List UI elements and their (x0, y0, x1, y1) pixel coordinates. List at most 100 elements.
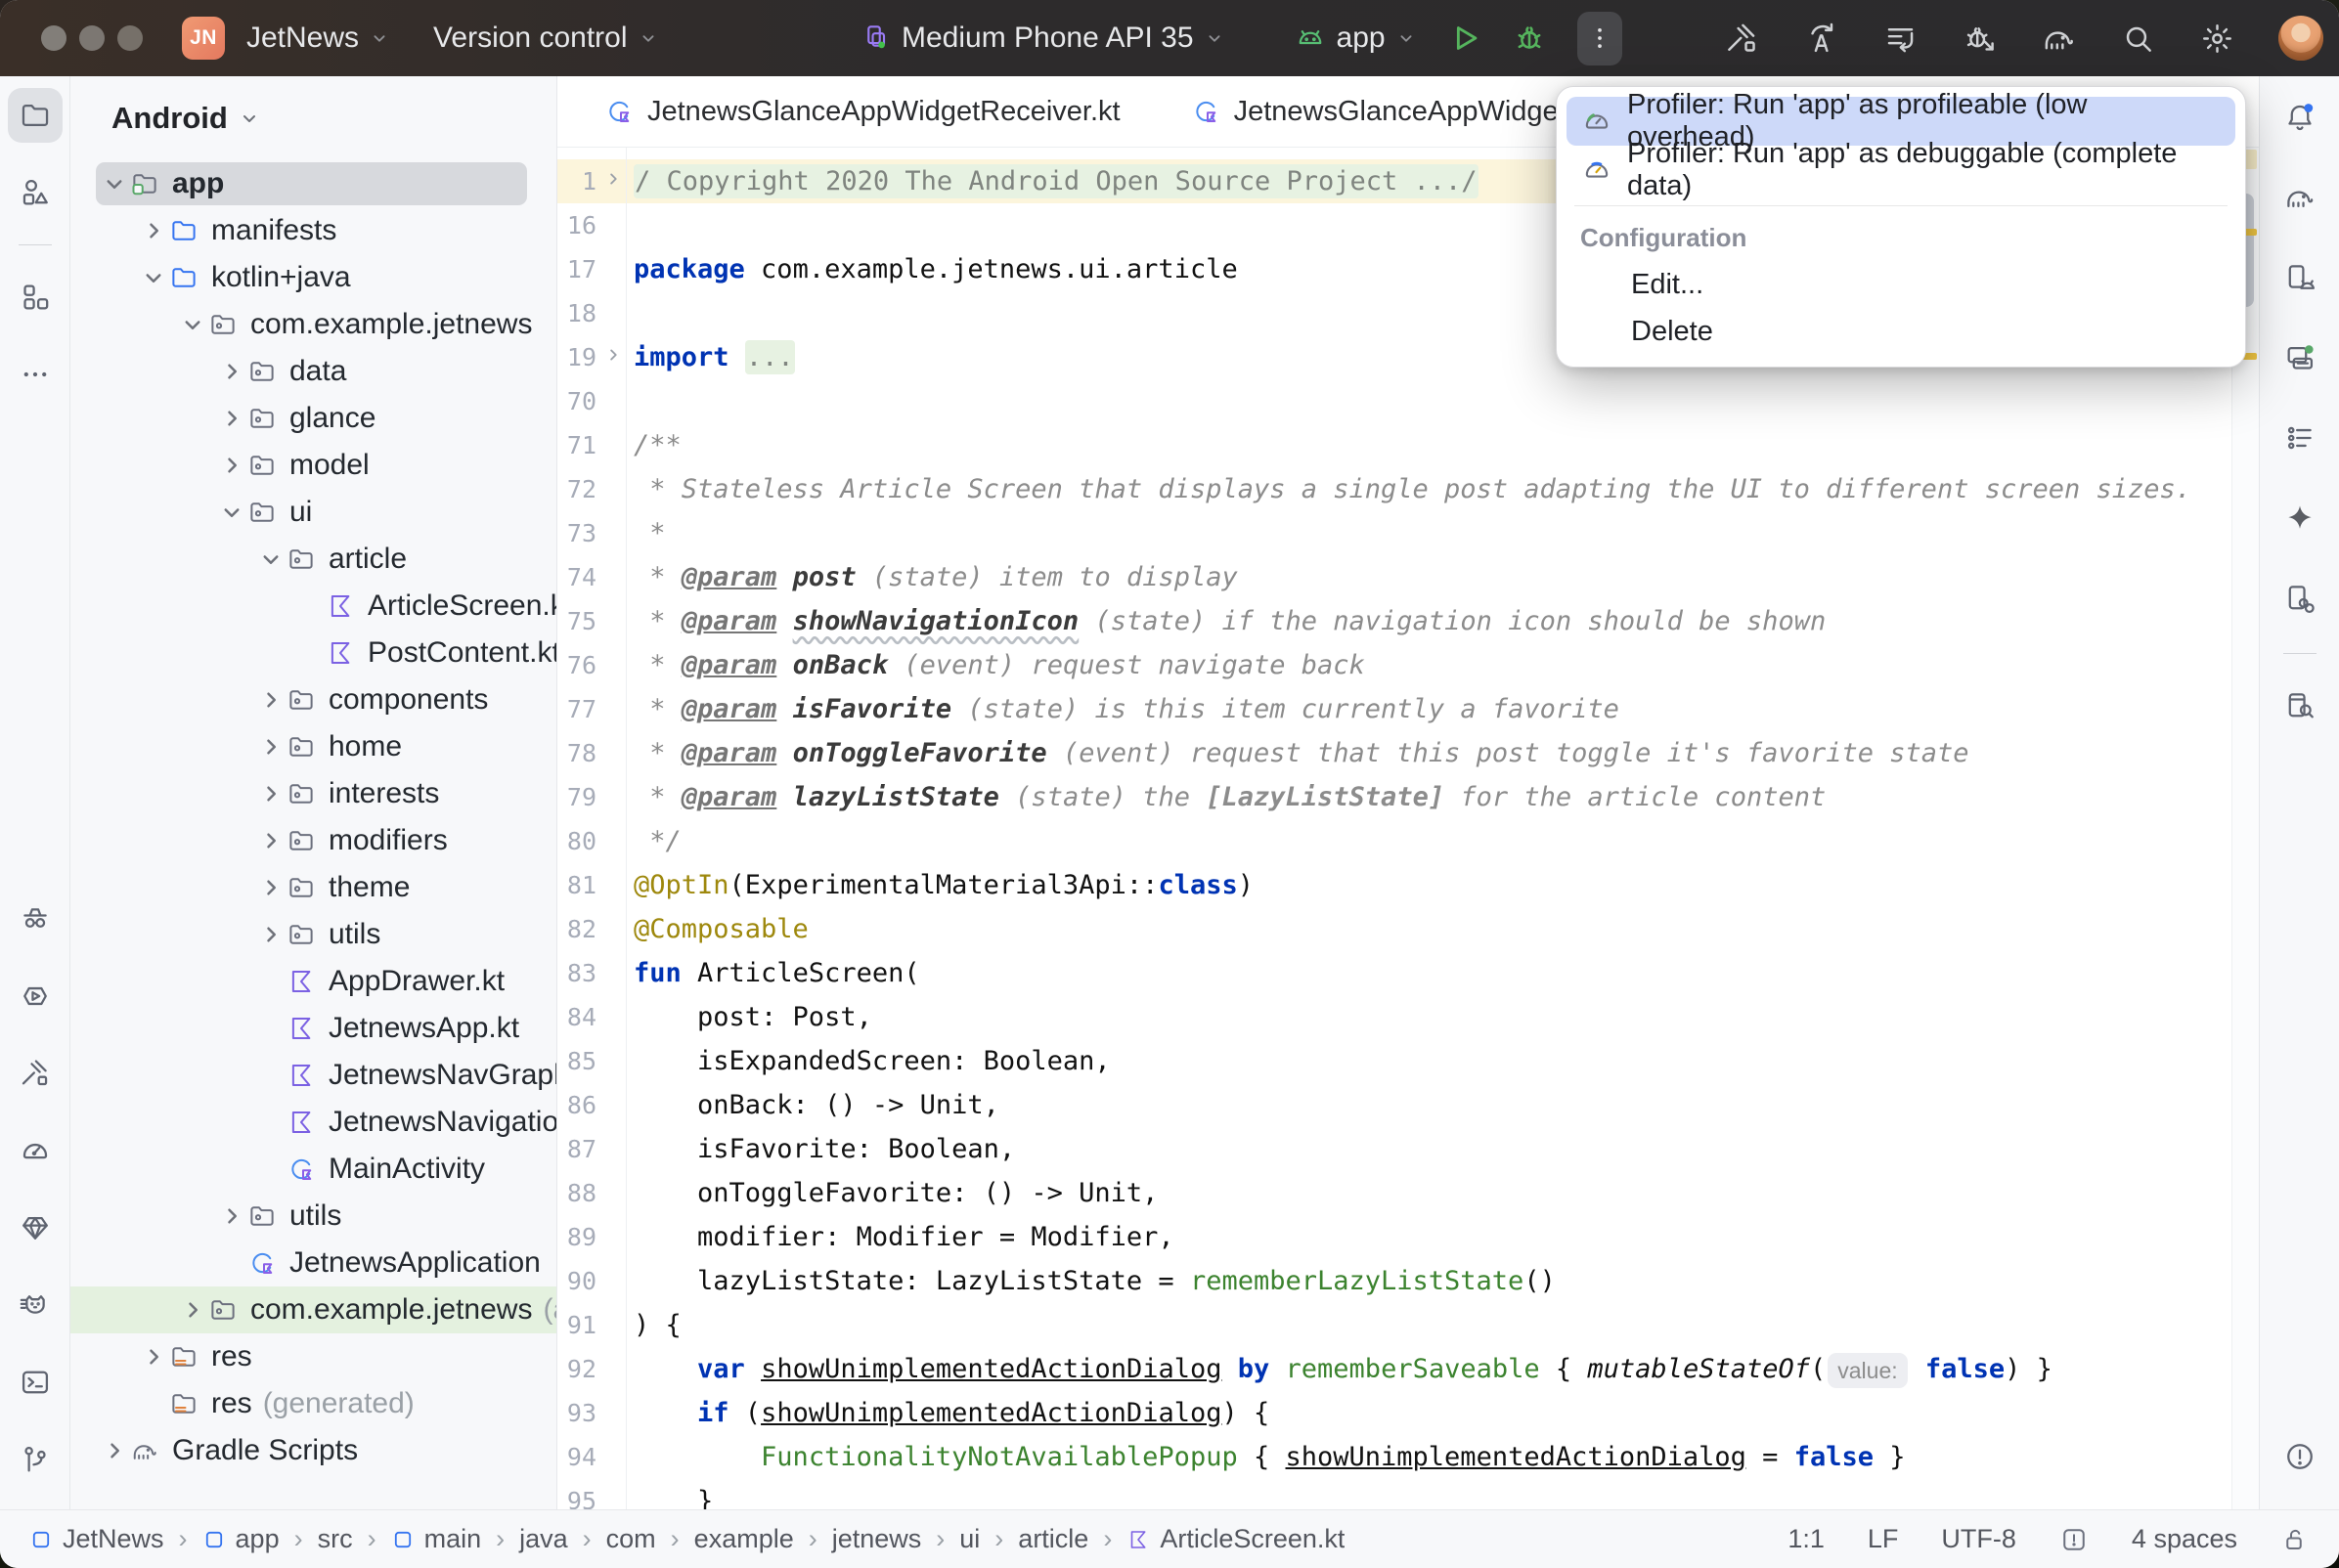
tree-item-ui[interactable]: ui (70, 489, 556, 536)
line-number[interactable]: 86 (557, 1083, 626, 1127)
line-number[interactable]: 84 (557, 995, 626, 1039)
line-number[interactable]: 91 (557, 1303, 626, 1347)
tree-item-res[interactable]: res (70, 1333, 556, 1380)
chevron-down-icon[interactable] (256, 546, 286, 572)
chevron-right-icon[interactable] (217, 406, 246, 431)
more-run-options-button[interactable] (1577, 12, 1622, 65)
chevron-right-icon[interactable] (256, 828, 286, 853)
code-line-93[interactable]: 93 if (showUnimplementedActionDialog) { (557, 1391, 2232, 1435)
line-number[interactable]: 92 (557, 1347, 626, 1391)
line-number[interactable]: 81 (557, 863, 626, 907)
code-line-77[interactable]: 77 * @param isFavorite (state) is this i… (557, 687, 2232, 731)
status-line-separator[interactable]: LF (1868, 1524, 1899, 1554)
tree-item-res[interactable]: res(generated) (70, 1380, 556, 1427)
chevron-right-icon[interactable] (256, 922, 286, 947)
chevron-right-icon[interactable] (217, 453, 246, 478)
breadcrumb-item-jetnews[interactable]: JetNews (29, 1524, 164, 1554)
tool-window-button-running-devices[interactable] (2273, 330, 2327, 385)
debug-button[interactable] (1511, 20, 1548, 57)
fold-marker-icon[interactable] (602, 344, 624, 366)
breadcrumb-item-src[interactable]: src (318, 1524, 353, 1554)
code-line-84[interactable]: 84 post: Post, (557, 995, 2232, 1039)
status-indent-style[interactable]: 4 spaces (2132, 1524, 2237, 1554)
tree-item-app[interactable]: app (70, 160, 556, 207)
breadcrumb-item-main[interactable]: main (391, 1524, 482, 1554)
code-line-95[interactable]: 95 } (557, 1479, 2232, 1509)
breadcrumb-item-java[interactable]: java (519, 1524, 568, 1554)
tree-item-com-example-jetnews[interactable]: com.example.jetnews(an (70, 1286, 556, 1333)
code-line-83[interactable]: 83fun ArticleScreen( (557, 951, 2232, 995)
tree-item-model[interactable]: model (70, 442, 556, 489)
breadcrumb-item-com[interactable]: com (606, 1524, 656, 1554)
line-number[interactable]: 79 (557, 775, 626, 819)
tree-item-utils[interactable]: utils (70, 911, 556, 958)
code-line-73[interactable]: 73 * (557, 511, 2232, 555)
tool-window-button-structure-list[interactable] (2273, 411, 2327, 465)
line-number[interactable]: 16 (557, 203, 626, 247)
tree-item-articlescreen-kt[interactable]: ArticleScreen.kt (70, 583, 556, 630)
tree-item-manifests[interactable]: manifests (70, 207, 556, 254)
tool-window-button-logcat-cat[interactable] (8, 1278, 63, 1332)
code-line-81[interactable]: 81@OptIn(ExperimentalMaterial3Api::class… (557, 863, 2232, 907)
line-number[interactable]: 80 (557, 819, 626, 863)
chevron-right-icon[interactable] (256, 734, 286, 760)
code-line-88[interactable]: 88 onToggleFavorite: () -> Unit, (557, 1171, 2232, 1215)
tree-item-jetnewsnavigation[interactable]: JetnewsNavigation (70, 1099, 556, 1146)
tree-item-jetnewsnavgraph-[interactable]: JetnewsNavGraph. (70, 1052, 556, 1099)
code-line-71[interactable]: 71/** (557, 423, 2232, 467)
code-line-89[interactable]: 89 modifier: Modifier = Modifier, (557, 1215, 2232, 1259)
tool-window-button-device-mirror[interactable] (2273, 571, 2327, 626)
tree-item-interests[interactable]: interests (70, 770, 556, 817)
code-line-94[interactable]: 94 FunctionalityNotAvailablePopup { show… (557, 1435, 2232, 1479)
editor-tab[interactable]: JetnewsGlanceAppWidgetReceiver.kt (569, 76, 1156, 147)
breadcrumb-item-app[interactable]: app (202, 1524, 280, 1554)
chevron-right-icon[interactable] (256, 781, 286, 806)
chevron-right-icon[interactable] (256, 875, 286, 900)
line-number[interactable]: 90 (557, 1259, 626, 1303)
hammer-button[interactable] (1724, 21, 1760, 57)
code-line-87[interactable]: 87 isFavorite: Boolean, (557, 1127, 2232, 1171)
line-number[interactable]: 73 (557, 511, 626, 555)
tool-window-button-gemini-sparkle[interactable] (2273, 491, 2327, 545)
code-line-85[interactable]: 85 isExpandedScreen: Boolean, (557, 1039, 2232, 1083)
project-view-selector[interactable]: Android (70, 76, 556, 160)
chevron-right-icon[interactable] (139, 1344, 168, 1370)
line-number[interactable]: 1 (557, 159, 626, 203)
chevron-right-icon[interactable] (217, 359, 246, 384)
breadcrumb-item-article[interactable]: article (1018, 1524, 1088, 1554)
status-caret-position[interactable]: 1:1 (1787, 1524, 1825, 1554)
tool-window-button-build-hammer[interactable] (8, 1046, 63, 1101)
code-line-82[interactable]: 82@Composable (557, 907, 2232, 951)
menu-item-delete[interactable]: Delete (1557, 308, 2245, 355)
tree-item-glance[interactable]: glance (70, 395, 556, 442)
run-configuration-selector[interactable]: app (1294, 22, 1417, 55)
tree-item-appdrawer-kt[interactable]: AppDrawer.kt (70, 958, 556, 1005)
breadcrumb-item-ui[interactable]: ui (959, 1524, 980, 1554)
close-window-button[interactable] (41, 25, 66, 51)
tool-window-button-device-manager[interactable] (2273, 250, 2327, 305)
search-button[interactable] (2120, 21, 2156, 57)
fold-marker-icon[interactable] (602, 168, 624, 190)
line-number[interactable]: 82 (557, 907, 626, 951)
line-number[interactable]: 17 (557, 247, 626, 291)
code-line-92[interactable]: 92 var showUnimplementedActionDialog by … (557, 1347, 2232, 1391)
editor-tab[interactable]: JetnewsGlanceAppWidget.k (1156, 76, 1624, 147)
apply-changes-button[interactable] (1803, 21, 1839, 57)
line-number[interactable]: 83 (557, 951, 626, 995)
line-number[interactable]: 87 (557, 1127, 626, 1171)
vcs-menu-button[interactable]: Version control (433, 22, 658, 55)
tool-window-button-more-tools[interactable] (8, 347, 63, 402)
tool-window-button-notifications-bell[interactable] (2273, 90, 2327, 145)
chevron-down-icon[interactable] (100, 171, 129, 196)
chevron-right-icon[interactable] (139, 218, 168, 243)
breadcrumb-item-example[interactable]: example (694, 1524, 794, 1554)
tool-window-button-device-explorer[interactable] (2273, 678, 2327, 733)
tool-window-button-gradle-elephant[interactable] (2273, 170, 2327, 225)
project-menu-button[interactable]: JetNews (246, 22, 390, 55)
line-number[interactable]: 75 (557, 599, 626, 643)
tool-window-button-inspection-diamond[interactable] (8, 1200, 63, 1255)
status-file-encoding[interactable]: UTF-8 (1941, 1524, 2016, 1554)
tree-item-postcontent-kt[interactable]: PostContent.kt (70, 630, 556, 676)
run-button[interactable] (1446, 20, 1483, 57)
code-line-86[interactable]: 86 onBack: () -> Unit, (557, 1083, 2232, 1127)
